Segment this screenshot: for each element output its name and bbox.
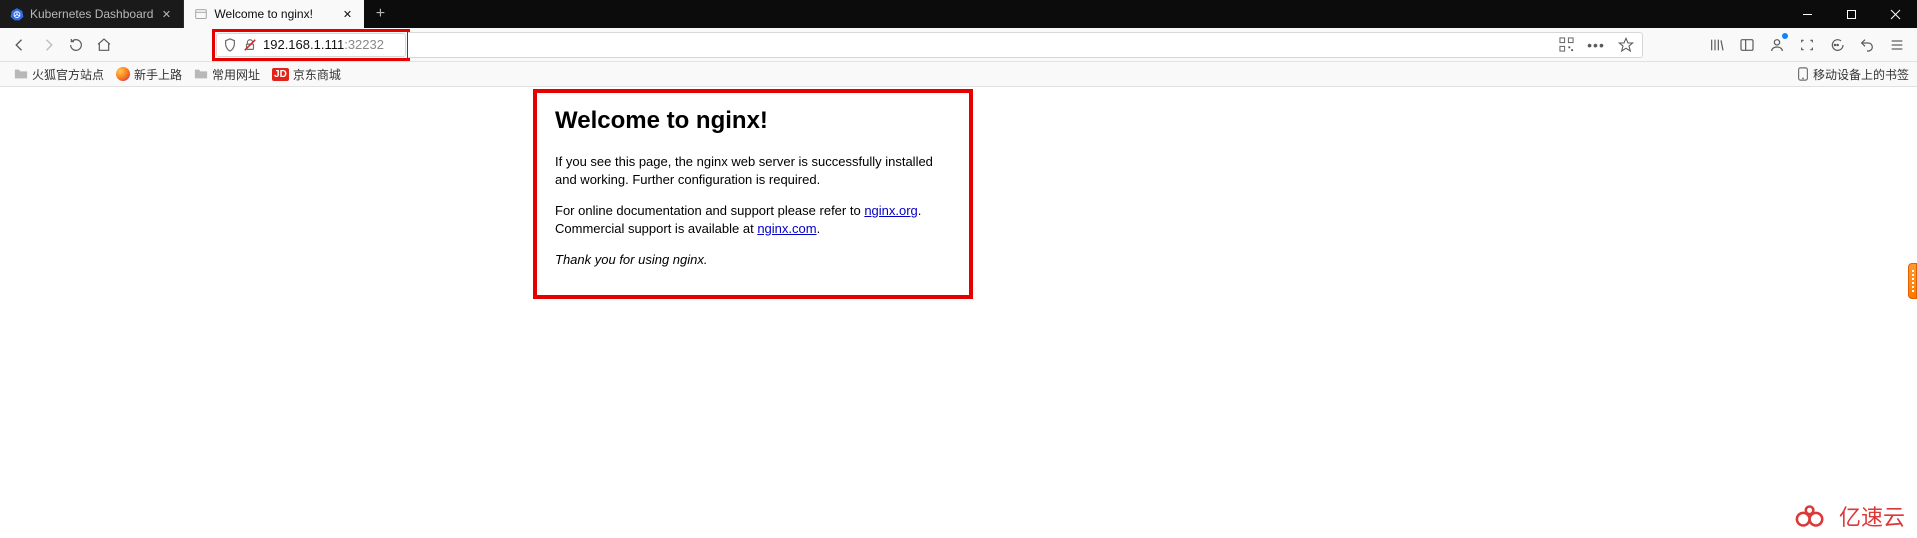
home-button[interactable] [90, 31, 118, 59]
close-tab-icon[interactable]: ✕ [159, 7, 173, 21]
sidebar-icon[interactable] [1733, 31, 1761, 59]
maximize-button[interactable] [1829, 0, 1873, 28]
mobile-icon [1797, 67, 1809, 81]
page-content: Welcome to nginx! If you see this page, … [0, 87, 1917, 538]
link-nginx-org[interactable]: nginx.org [864, 203, 917, 218]
watermark-text: 亿速云 [1839, 500, 1905, 532]
screenshot-icon[interactable] [1793, 31, 1821, 59]
close-tab-icon[interactable]: ✕ [340, 7, 354, 21]
nginx-paragraph-links: For online documentation and support ple… [555, 202, 951, 237]
shield-icon[interactable] [223, 38, 237, 52]
new-tab-button[interactable]: + [364, 0, 396, 28]
insecure-icon[interactable] [243, 38, 257, 52]
mobile-bookmarks[interactable]: 移动设备上的书签 [1797, 66, 1909, 83]
link-nginx-com[interactable]: nginx.com [757, 221, 816, 236]
sidebar-handle[interactable] [1908, 263, 1917, 299]
bookmark-star-icon[interactable] [1618, 37, 1634, 53]
url-text: 192.168.1.111:32232 [263, 37, 384, 52]
minimize-button[interactable] [1785, 0, 1829, 28]
browser-tab-bar: Kubernetes Dashboard ✕ Welcome to nginx!… [0, 0, 1917, 28]
page-title: Welcome to nginx! [555, 107, 951, 135]
tab-nginx-welcome[interactable]: Welcome to nginx! ✕ [184, 0, 364, 28]
tab-label: Kubernetes Dashboard [30, 7, 153, 21]
tab-kubernetes-dashboard[interactable]: Kubernetes Dashboard ✕ [0, 0, 184, 28]
library-icon[interactable] [1703, 31, 1731, 59]
undo-icon[interactable] [1853, 31, 1881, 59]
bookmark-label: 常用网址 [212, 66, 260, 83]
bookmark-jd[interactable]: JD 京东商城 [266, 63, 347, 85]
app-menu-icon[interactable] [1883, 31, 1911, 59]
watermark: 亿速云 [1795, 500, 1905, 532]
nginx-paragraph-installed: If you see this page, the nginx web serv… [555, 153, 951, 188]
k8s-favicon [10, 7, 24, 21]
bookmark-label: 京东商城 [293, 66, 341, 83]
nav-toolbar: 192.168.1.111:32232 ••• [0, 28, 1917, 62]
bookmarks-toolbar: 火狐官方站点 新手上路 常用网址 JD 京东商城 移动设备上的书签 [0, 62, 1917, 87]
nginx-welcome-box: Welcome to nginx! If you see this page, … [533, 89, 973, 299]
firefox-icon [116, 67, 130, 81]
page-favicon [194, 7, 208, 21]
url-highlight-box: 192.168.1.111:32232 [212, 29, 410, 61]
nginx-thanks: Thank you for using nginx. [555, 251, 951, 269]
page-actions-icon[interactable]: ••• [1588, 37, 1604, 53]
watermark-icon [1795, 504, 1833, 528]
close-window-button[interactable] [1873, 0, 1917, 28]
address-bar-extras[interactable]: ••• [408, 32, 1643, 58]
bookmark-label: 新手上路 [134, 66, 182, 83]
folder-icon [14, 67, 28, 81]
chat-icon[interactable] [1823, 31, 1851, 59]
back-button[interactable] [6, 31, 34, 59]
window-controls [1785, 0, 1917, 28]
reload-button[interactable] [62, 31, 90, 59]
mobile-bookmarks-label: 移动设备上的书签 [1813, 66, 1909, 83]
qr-icon[interactable] [1558, 37, 1574, 53]
folder-icon [194, 67, 208, 81]
address-bar[interactable]: 192.168.1.111:32232 [216, 33, 406, 57]
bookmark-common-sites[interactable]: 常用网址 [188, 63, 266, 85]
forward-button[interactable] [34, 31, 62, 59]
bookmark-label: 火狐官方站点 [32, 66, 104, 83]
bookmark-firefox-official[interactable]: 火狐官方站点 [8, 63, 110, 85]
bookmark-getting-started[interactable]: 新手上路 [110, 63, 188, 85]
sync-account-icon[interactable] [1763, 31, 1791, 59]
tab-label: Welcome to nginx! [214, 7, 334, 21]
jd-icon: JD [272, 68, 289, 81]
